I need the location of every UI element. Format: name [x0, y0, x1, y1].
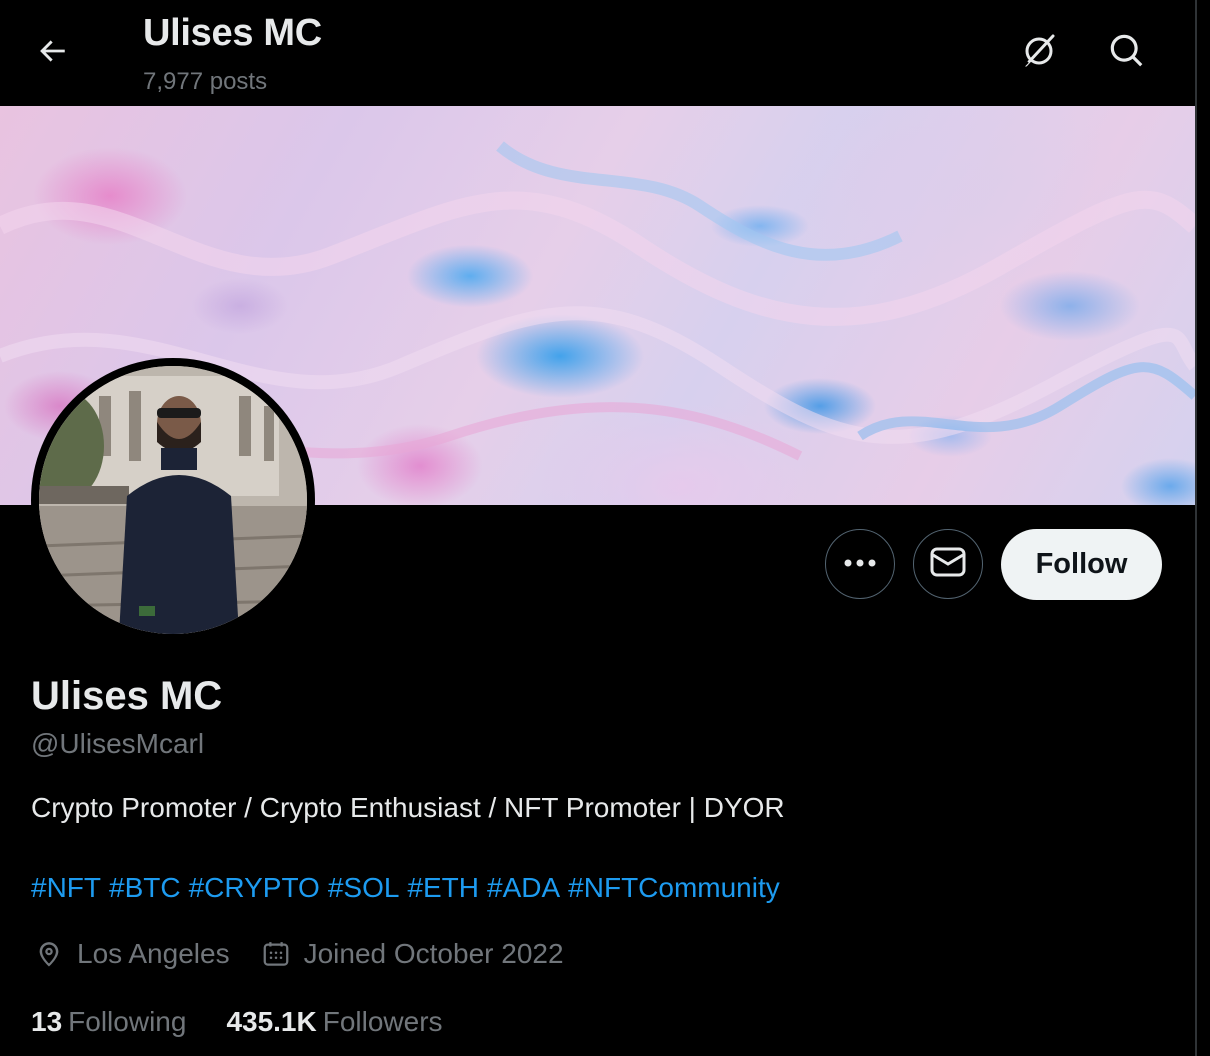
hashtag-link[interactable]: #ADA: [487, 872, 560, 903]
calendar-icon: [258, 936, 294, 972]
hashtag-link[interactable]: #ETH: [407, 872, 479, 903]
posts-count: 7,977 posts: [143, 68, 268, 95]
following-count: 13: [31, 1006, 63, 1037]
display-name: Ulises MC: [31, 674, 223, 718]
hashtag-link[interactable]: #NFT: [31, 872, 101, 903]
hashtag-link[interactable]: #BTC: [109, 872, 181, 903]
bio-hashtags: #NFT #BTC #CRYPTO #SOL #ETH #ADA #NFTCommunity: [31, 872, 788, 904]
joined-date-text: Joined October 2022: [303, 938, 564, 969]
followers-link[interactable]: 435.1K Followers: [226, 1006, 442, 1038]
followers-count: 435.1K: [226, 1006, 317, 1037]
followers-label: Followers: [322, 1006, 443, 1037]
hashtag-link[interactable]: #SOL: [328, 872, 400, 903]
follow-button[interactable]: Follow: [1001, 529, 1162, 600]
follow-stats: 13 Following 435.1K Followers: [31, 1006, 483, 1038]
more-options-button[interactable]: [825, 529, 895, 599]
column-divider: [1195, 0, 1197, 1056]
profile-avatar[interactable]: [31, 358, 315, 642]
following-label: Following: [68, 1006, 187, 1037]
more-icon: [843, 555, 877, 573]
arrow-left-icon: [35, 34, 69, 73]
search-icon: [1108, 32, 1146, 75]
search-button[interactable]: [1100, 28, 1154, 78]
profile-meta: Los Angeles Joined October 2022: [31, 936, 592, 972]
hashtag-link[interactable]: #CRYPTO: [189, 872, 320, 903]
location-text: Los Angeles: [77, 938, 230, 969]
profile-bio: Crypto Promoter / Crypto Enthusiast / NF…: [31, 792, 785, 823]
hashtag-link[interactable]: #NFTCommunity: [568, 872, 780, 903]
top-bar: Ulises MC 7,977 posts: [0, 0, 1195, 106]
grok-button[interactable]: [1012, 28, 1066, 78]
following-link[interactable]: 13 Following: [31, 1006, 186, 1038]
message-button[interactable]: [913, 529, 983, 599]
user-handle: @UlisesMcarl: [31, 728, 205, 759]
location-item: Los Angeles: [31, 936, 230, 972]
profile-page: Ulises MC 7,977 posts Follow Ulises MC @…: [0, 0, 1210, 1056]
avatar-photo: [39, 366, 307, 634]
mail-icon: [930, 547, 966, 582]
grok-icon: [1018, 30, 1060, 77]
page-title: Ulises MC: [143, 12, 322, 54]
joined-item: Joined October 2022: [258, 936, 564, 972]
back-button[interactable]: [24, 28, 80, 78]
location-pin-icon: [31, 936, 67, 972]
